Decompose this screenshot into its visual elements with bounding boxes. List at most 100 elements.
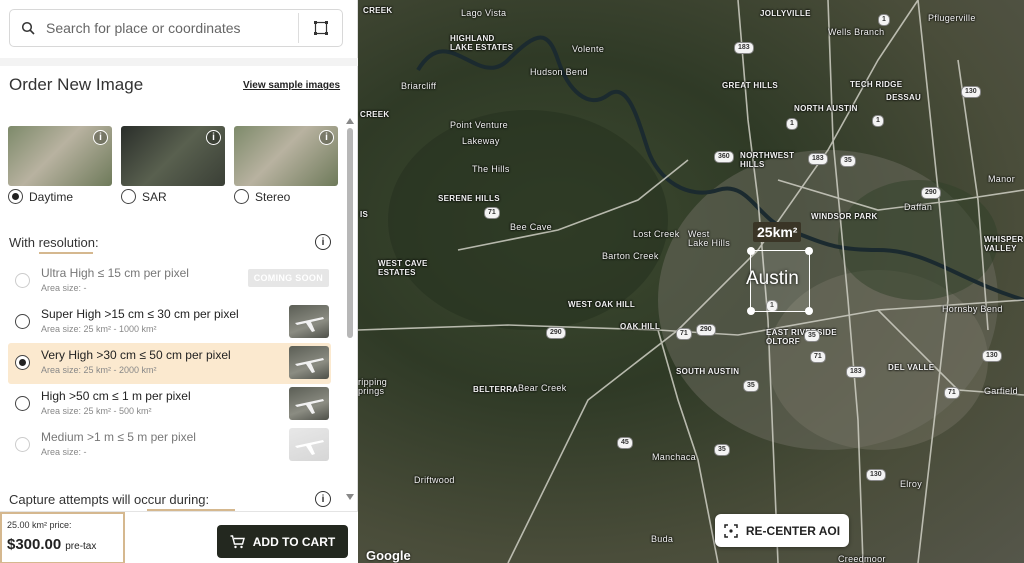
map-label: IS: [360, 210, 369, 219]
map-label: Briarcliff: [401, 81, 437, 91]
panel-scrollbar[interactable]: [346, 118, 354, 502]
aoi-handle[interactable]: [805, 307, 813, 315]
map-label: SOUTH AUSTIN: [676, 367, 740, 376]
airplane-thumbnail: [289, 428, 329, 461]
aoi-city-label: Austin: [746, 268, 799, 289]
map-label: HIGHLAND LAKE ESTATES: [450, 34, 514, 52]
radio-sar[interactable]: [121, 189, 136, 204]
add-to-cart-label: ADD TO CART: [252, 534, 336, 549]
daytime-thumbnail: i: [8, 126, 112, 186]
resolution-option-medium: Medium >1 m ≤ 5 m per pixel Area size: -: [8, 425, 331, 466]
map-label: Hornsby Bend: [942, 304, 1003, 314]
view-sample-images-link[interactable]: View sample images: [243, 80, 340, 91]
highway-shield: 183: [808, 153, 828, 165]
scroll-down-icon[interactable]: [346, 494, 354, 500]
highway-shield: 71: [944, 387, 960, 399]
map-label: West Lake Hills: [688, 229, 731, 248]
satellite-map[interactable]: Lago Vista Jollyville Pflugerville Wells…: [358, 0, 1024, 563]
map-label: Lost Creek: [633, 229, 680, 239]
search-bar: [9, 9, 343, 47]
map-label: WHISPER VALLEY: [984, 235, 1024, 253]
radio-high[interactable]: [15, 396, 30, 411]
sar-thumbnail: i: [121, 126, 225, 186]
image-type-daytime[interactable]: i Daytime: [8, 126, 112, 204]
search-icon: [10, 21, 46, 35]
aoi-handle[interactable]: [747, 247, 755, 255]
resolution-option-very-high[interactable]: Very High >30 cm ≤ 50 cm per pixel Area …: [8, 343, 331, 384]
aoi-handle[interactable]: [747, 307, 755, 315]
aoi-handle[interactable]: [805, 247, 813, 255]
cart-icon: [230, 534, 245, 548]
resolution-area: Area size: 25 km² - 2000 km²: [41, 365, 157, 375]
map-label: EAST RIVERSIDE OLTORF: [766, 328, 837, 346]
price-value-row: $300.00 pre-tax: [7, 536, 118, 553]
highway-shield: 130: [982, 350, 1002, 362]
scrollbar-thumb[interactable]: [347, 128, 353, 338]
image-type-stereo[interactable]: i Stereo: [234, 126, 338, 204]
highway-shield: 35: [804, 330, 820, 342]
resolution-info-icon[interactable]: i: [315, 234, 331, 250]
recenter-aoi-button[interactable]: RE-CENTER AOI: [715, 514, 849, 547]
search-input[interactable]: [46, 20, 298, 36]
heading-underline: [39, 252, 93, 254]
radio-stereo[interactable]: [234, 189, 249, 204]
map-label: SERENE HILLS: [438, 194, 500, 203]
highway-shield: 183: [846, 366, 866, 378]
map-label: Driftwood: [414, 475, 455, 485]
image-type-label: SAR: [142, 189, 167, 204]
info-icon[interactable]: i: [206, 130, 221, 145]
map-label: Barton Creek: [602, 251, 659, 261]
image-type-options: i Daytime i SAR i Stereo: [8, 126, 338, 204]
map-label: NORTH AUSTIN: [794, 104, 858, 113]
airplane-thumbnail: [289, 346, 329, 379]
map-label: Buda: [651, 534, 674, 544]
resolution-list: Ultra High ≤ 15 cm per pixel Area size: …: [8, 261, 331, 466]
add-to-cart-button[interactable]: ADD TO CART: [217, 525, 348, 558]
airplane-thumbnail: [289, 387, 329, 420]
radio-very-high[interactable]: [15, 355, 30, 370]
map-label: NORTHWEST HILLS: [740, 151, 795, 169]
highway-shield: 45: [617, 437, 633, 449]
resolution-option-super-high[interactable]: Super High >15 cm ≤ 30 cm per pixel Area…: [8, 302, 331, 343]
radio-ultra-high: [15, 273, 30, 288]
resolution-option-high[interactable]: High >50 cm ≤ 1 m per pixel Area size: 2…: [8, 384, 331, 425]
map-label: Daffan: [904, 202, 933, 212]
highway-shield: 71: [810, 351, 826, 363]
highway-shield: 290: [921, 187, 941, 199]
map-label: Creedmoor: [838, 554, 886, 563]
image-type-label: Daytime: [29, 189, 74, 204]
radio-super-high[interactable]: [15, 314, 30, 329]
map-label: Volente: [572, 44, 605, 54]
map-label: GREAT HILLS: [722, 81, 779, 90]
highway-shield: 130: [961, 86, 981, 98]
map-label: Jollyville: [760, 9, 811, 18]
highway-shield: 35: [840, 155, 856, 167]
airplane-thumbnail: [289, 305, 329, 338]
map-label: The Hills: [472, 164, 510, 174]
draw-area-icon[interactable]: [298, 13, 342, 43]
image-type-sar[interactable]: i SAR: [121, 126, 225, 204]
capture-info-icon[interactable]: i: [315, 491, 331, 507]
map-label: TECH RIDGE: [850, 80, 903, 89]
highway-shield: 71: [484, 207, 500, 219]
map-label: OAK HILL: [620, 322, 661, 331]
info-icon[interactable]: i: [93, 130, 108, 145]
order-panel: Order New Image View sample images i Day…: [0, 0, 358, 563]
map-label: CREEK: [360, 110, 390, 119]
highway-shield: 35: [714, 444, 730, 456]
resolution-heading: With resolution:: [9, 235, 99, 254]
info-icon[interactable]: i: [319, 130, 334, 145]
highway-shield: 71: [676, 328, 692, 340]
scroll-up-icon[interactable]: [346, 118, 354, 124]
map-label: Manchaca: [652, 452, 696, 462]
highway-shield: 183: [734, 42, 754, 54]
stereo-thumbnail: i: [234, 126, 338, 186]
highway-shield: 290: [696, 324, 716, 336]
resolution-area: Area size: 25 km² - 500 km²: [41, 406, 152, 416]
map-label: WEST OAK HILL: [568, 300, 636, 309]
highway-shield: 1: [872, 115, 884, 127]
capture-heading: Capture attempts will occur during:: [9, 492, 235, 511]
price-summary: 25.00 km² price: $300.00 pre-tax: [0, 512, 125, 563]
radio-daytime[interactable]: [8, 189, 23, 204]
map-label: DEL VALLE: [888, 363, 935, 372]
